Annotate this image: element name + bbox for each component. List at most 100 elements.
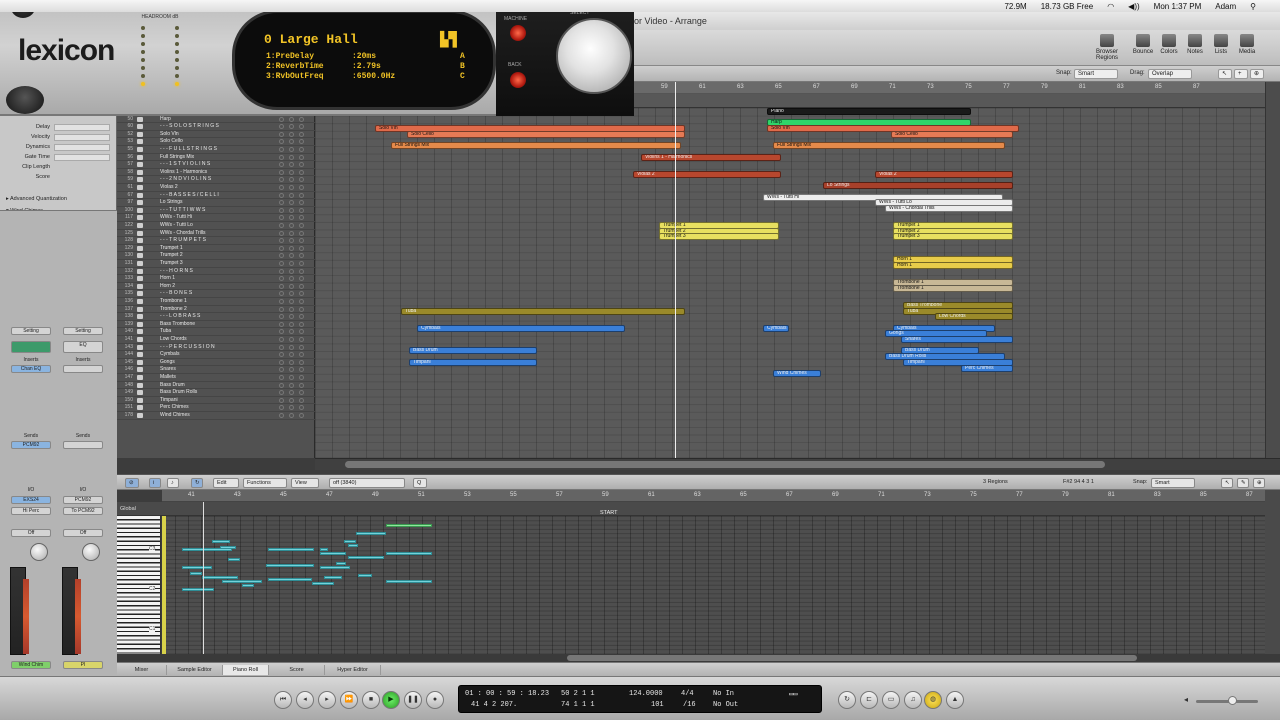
param-row-3[interactable]: 3:RvbOutFreq:6500.0Hz (266, 72, 395, 81)
master-volume-slider[interactable] (1196, 700, 1258, 703)
track-row[interactable]: 139 Bass Trombone (117, 321, 315, 329)
menubar-clock[interactable]: Mon 1:37 PM (1154, 2, 1202, 11)
record-enable-button[interactable] (299, 223, 304, 228)
arrange-region[interactable]: Full Strings Mix (773, 142, 1005, 150)
quantize-q-button[interactable]: Q (413, 478, 427, 488)
mute-button[interactable] (279, 337, 284, 342)
pr-pencil-tool-icon[interactable]: ✎ (1237, 478, 1249, 488)
track-row[interactable]: 52 Solo Vln (117, 131, 315, 139)
automation-mode-left[interactable]: Off (11, 529, 51, 537)
track-name[interactable]: Wind Chimes (160, 412, 190, 418)
track-name[interactable]: - - - F U L L S T R I N G S (160, 146, 217, 152)
solo-button[interactable] (289, 124, 294, 130)
output-slot-left[interactable]: Hi Perc (11, 507, 51, 515)
arrange-vertical-scrollbar[interactable] (1265, 82, 1280, 458)
arrange-region[interactable]: Timpani (409, 358, 537, 366)
track-name[interactable]: Full Strings Mix (160, 154, 194, 160)
mute-button[interactable] (279, 124, 284, 130)
midi-note[interactable] (222, 580, 262, 583)
select-knob[interactable] (556, 18, 632, 94)
volume-fader-right[interactable] (62, 567, 81, 655)
edit-menu[interactable]: Edit (213, 478, 239, 488)
mute-button[interactable] (279, 382, 284, 388)
input-slot-left[interactable]: EXS24 (11, 496, 51, 504)
solo-button[interactable] (289, 276, 294, 282)
transport-lcd[interactable]: 01 : 00 : 59 : 18.23 41 4 2 207. 50 2 1 … (458, 685, 822, 713)
pr-snap-select[interactable]: Smart (1151, 478, 1195, 488)
solo-button[interactable] (289, 375, 294, 380)
fast-forward-icon[interactable]: ⏩ (340, 691, 358, 709)
solo-button[interactable] (289, 131, 294, 137)
track-name[interactable]: - - - 1 S T V I O L I N S (160, 161, 210, 167)
track-name[interactable]: Lo Strings (160, 199, 183, 205)
record-enable-button[interactable] (299, 230, 304, 236)
mute-button[interactable] (279, 405, 284, 411)
track-name[interactable]: Tuba (160, 328, 171, 334)
lists-button[interactable]: Lists (1210, 34, 1232, 55)
mute-button[interactable] (279, 131, 284, 137)
stop-icon[interactable]: ■ (362, 691, 380, 709)
colors-button[interactable]: Colors (1158, 34, 1180, 55)
solo-button[interactable] (289, 192, 294, 198)
track-row[interactable]: 131 Trumpet 3 (117, 260, 315, 268)
mute-button[interactable] (279, 230, 284, 236)
solo-button[interactable] (289, 352, 294, 358)
track-row[interactable]: 53 Solo Cello (117, 138, 315, 146)
settings-button-right[interactable]: Setting (63, 327, 103, 335)
track-name[interactable]: WWs - Tutti Lo (160, 222, 193, 228)
track-row[interactable]: 178 Wind Chimes (117, 412, 315, 420)
solo-button[interactable] (289, 329, 294, 335)
record-enable-button[interactable] (299, 238, 304, 244)
track-name[interactable]: Bass Trombone (160, 321, 195, 327)
record-enable-button[interactable] (299, 352, 304, 358)
mute-button[interactable] (279, 375, 284, 380)
track-row[interactable]: 134 Horn 2 (117, 283, 315, 291)
track-name[interactable]: Trumpet 1 (160, 245, 183, 251)
mute-button[interactable] (279, 154, 284, 160)
mute-button[interactable] (279, 291, 284, 297)
arrange-region[interactable]: Trumpet 3 (659, 233, 779, 241)
midi-note[interactable] (220, 546, 236, 549)
record-enable-button[interactable] (299, 405, 304, 411)
inspector-row-score[interactable]: Score (6, 174, 110, 182)
solo-button[interactable] (289, 177, 294, 183)
info-icon[interactable]: i (149, 478, 161, 488)
record-enable-button[interactable] (299, 299, 304, 304)
midi-note[interactable] (344, 540, 356, 543)
track-row[interactable]: 144 Cymbals (117, 351, 315, 359)
autopunch-icon[interactable]: ⊏ (860, 691, 878, 709)
piano-roll-playhead[interactable] (203, 502, 204, 654)
snap-select[interactable]: Smart (1074, 69, 1118, 79)
midi-note[interactable] (268, 578, 312, 581)
track-row[interactable]: 147 Mallets (117, 374, 315, 382)
track-name[interactable]: Horn 1 (160, 275, 175, 281)
functions-menu[interactable]: Functions (243, 478, 287, 488)
record-enable-button[interactable] (299, 154, 304, 160)
gate-time-value[interactable] (54, 154, 110, 161)
view-menu[interactable]: View (291, 478, 319, 488)
solo-button[interactable] (289, 253, 294, 259)
track-row[interactable]: 59 - - - 2 N D V I O L I N S (117, 176, 315, 184)
mute-button[interactable] (279, 413, 284, 418)
track-row[interactable]: 56 Full Strings Mix (117, 154, 315, 162)
track-row[interactable]: 122 WWs - Tutti Lo (117, 222, 315, 230)
piano-keyboard[interactable]: C3 C2 C1 (117, 516, 161, 654)
record-enable-button[interactable] (299, 261, 304, 266)
cycle-icon[interactable]: ↻ (838, 691, 856, 709)
mute-button[interactable] (279, 139, 284, 145)
mute-button[interactable] (279, 169, 284, 175)
drag-select[interactable]: Overlap (1148, 69, 1192, 79)
midi-note[interactable] (190, 572, 202, 575)
solo-button[interactable] (289, 154, 294, 160)
track-name[interactable]: Violas 2 (160, 184, 178, 190)
track-row[interactable]: 129 Trumpet 1 (117, 245, 315, 253)
arrange-region[interactable]: Solo Cello (891, 130, 1013, 138)
global-tracks-toggle[interactable]: Global (120, 506, 136, 512)
mute-button[interactable] (279, 177, 284, 183)
mute-button[interactable] (279, 276, 284, 282)
midi-note[interactable] (268, 548, 314, 551)
mute-button[interactable] (279, 200, 284, 206)
eq-display-right[interactable]: EQ (63, 341, 103, 353)
mute-button[interactable] (279, 253, 284, 259)
record-enable-button[interactable] (299, 276, 304, 282)
